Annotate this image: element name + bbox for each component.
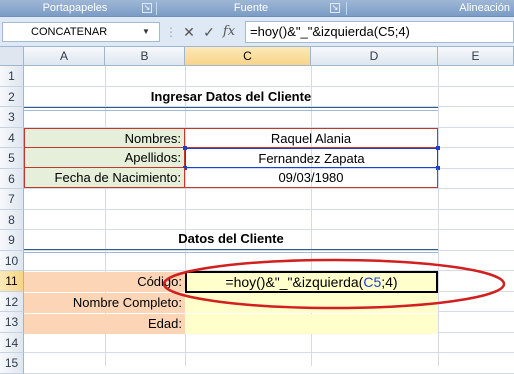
annotation-ellipse xyxy=(162,258,506,310)
